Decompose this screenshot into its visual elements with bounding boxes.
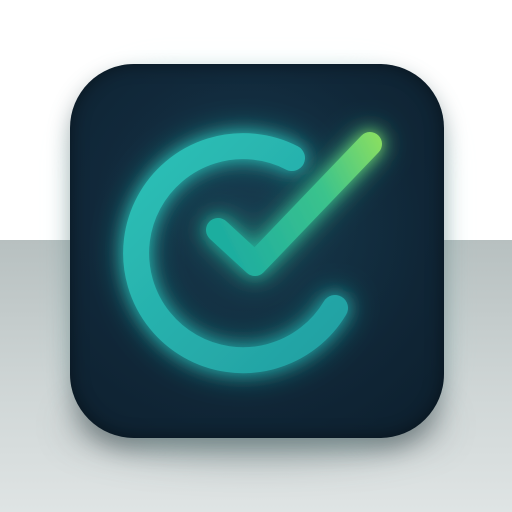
app-icon-tile[interactable] [70, 64, 444, 438]
icon-canvas [0, 0, 512, 512]
check-circle-mark [118, 127, 387, 379]
